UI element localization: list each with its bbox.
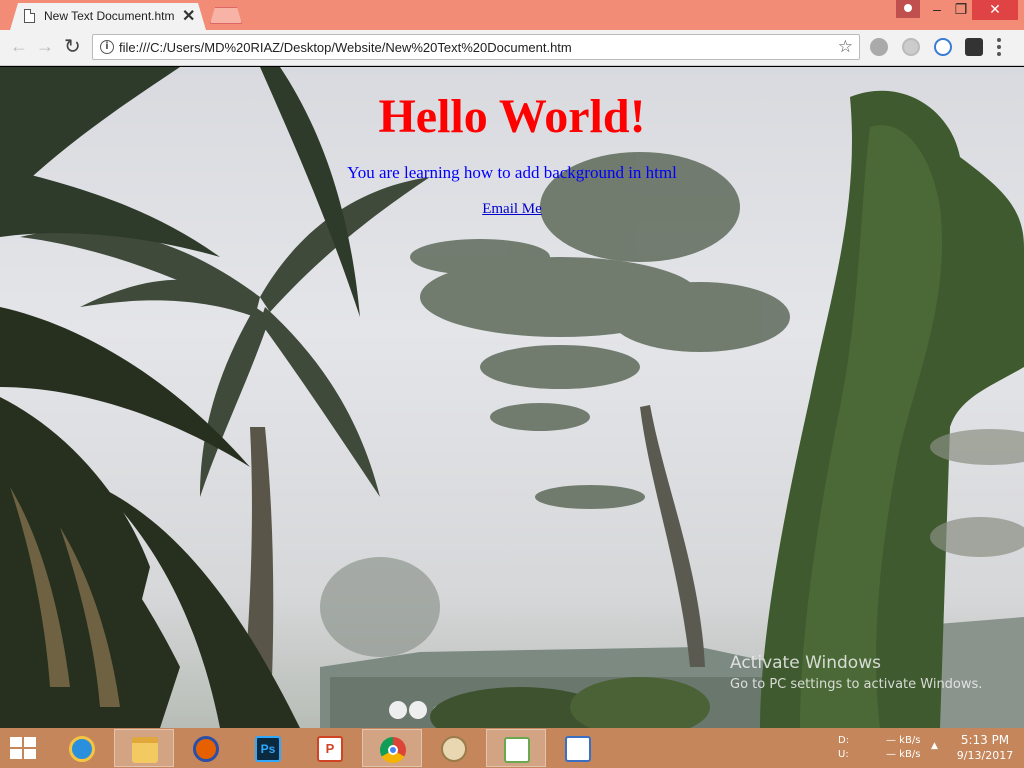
extension-icon[interactable] [870,38,888,56]
notepad-icon [504,737,530,763]
info-icon[interactable]: i [100,40,114,54]
page-subtitle: You are learning how to add background i… [347,163,677,182]
email-me-link[interactable]: Email Me [0,201,1024,218]
taskbar-firefox[interactable] [176,729,236,767]
bookmark-star-icon[interactable]: ☆ [838,37,853,57]
windows-taskbar: Ps P D: U: — kB/s — kB/s ▲ 5:13 PM 9/13/… [0,728,1024,768]
net-download-label: D: [838,735,850,746]
net-upload-label: U: [838,749,849,760]
taskbar-powerpoint[interactable]: P [300,729,360,767]
firefox-icon [193,736,219,762]
extension-icon[interactable] [965,38,983,56]
maximize-button[interactable]: ❐ [950,0,972,20]
watermark-title: Activate Windows [730,653,881,673]
close-window-button[interactable]: ✕ [972,0,1018,20]
address-bar[interactable]: i file:///C:/Users/MD%20RIAZ/Desktop/Web… [92,34,860,60]
minimize-button[interactable]: – [926,0,948,20]
powerpoint-icon: P [317,736,343,762]
paint-palette-icon [441,736,467,762]
folder-icon [132,737,158,763]
clock-time: 5:13 PM [960,733,1010,747]
taskbar-notepad[interactable] [486,729,546,767]
extension-icon[interactable] [934,38,952,56]
extension-icon[interactable] [902,38,920,56]
tray-overflow-icon[interactable]: ▲ [931,741,938,751]
taskbar-photoshop[interactable]: Ps [238,729,298,767]
taskbar-file-explorer[interactable] [114,729,174,767]
document-icon [24,9,35,23]
tab-title: New Text Document.htm [44,9,175,23]
page-viewport: Hello World! You are learning how to add… [0,67,1024,728]
clock-date: 9/13/2017 [956,749,1014,762]
taskbar-chrome[interactable] [362,729,422,767]
tool-icon [565,736,591,762]
url-text[interactable]: file:///C:/Users/MD%20RIAZ/Desktop/Websi… [119,40,572,55]
menu-kebab-icon[interactable] [997,38,1001,56]
taskbar-tool[interactable] [548,729,608,767]
activate-windows-watermark: Activate Windows Go to PC settings to ac… [730,653,982,692]
profile-icon[interactable] [896,0,920,18]
net-download-value: — kB/s [886,735,921,746]
watermark-subtitle: Go to PC settings to activate Windows. [730,677,983,692]
internet-explorer-icon [69,736,95,762]
new-tab-button[interactable] [210,7,242,24]
photoshop-icon: Ps [255,736,281,762]
chrome-icon [380,737,406,763]
page-heading: Hello World! [378,90,646,143]
back-arrow-icon[interactable]: ← [10,36,28,57]
tab-close-icon[interactable]: ✕ [182,6,195,26]
browser-tab-active[interactable]: New Text Document.htm ✕ [10,3,206,30]
reload-icon[interactable]: ↻ [64,34,81,59]
browser-titlebar: New Text Document.htm ✕ – ❐ ✕ [0,0,1024,30]
net-upload-value: — kB/s [886,749,921,760]
browser-toolbar: ← → ↻ i file:///C:/Users/MD%20RIAZ/Deskt… [0,30,1024,66]
taskbar-paint[interactable] [424,729,484,767]
system-clock[interactable]: 5:13 PM 9/13/2017 [952,733,1018,762]
taskbar-internet-explorer[interactable] [52,729,112,767]
forward-arrow-icon[interactable]: → [36,36,54,57]
windows-start-icon[interactable] [10,737,36,759]
